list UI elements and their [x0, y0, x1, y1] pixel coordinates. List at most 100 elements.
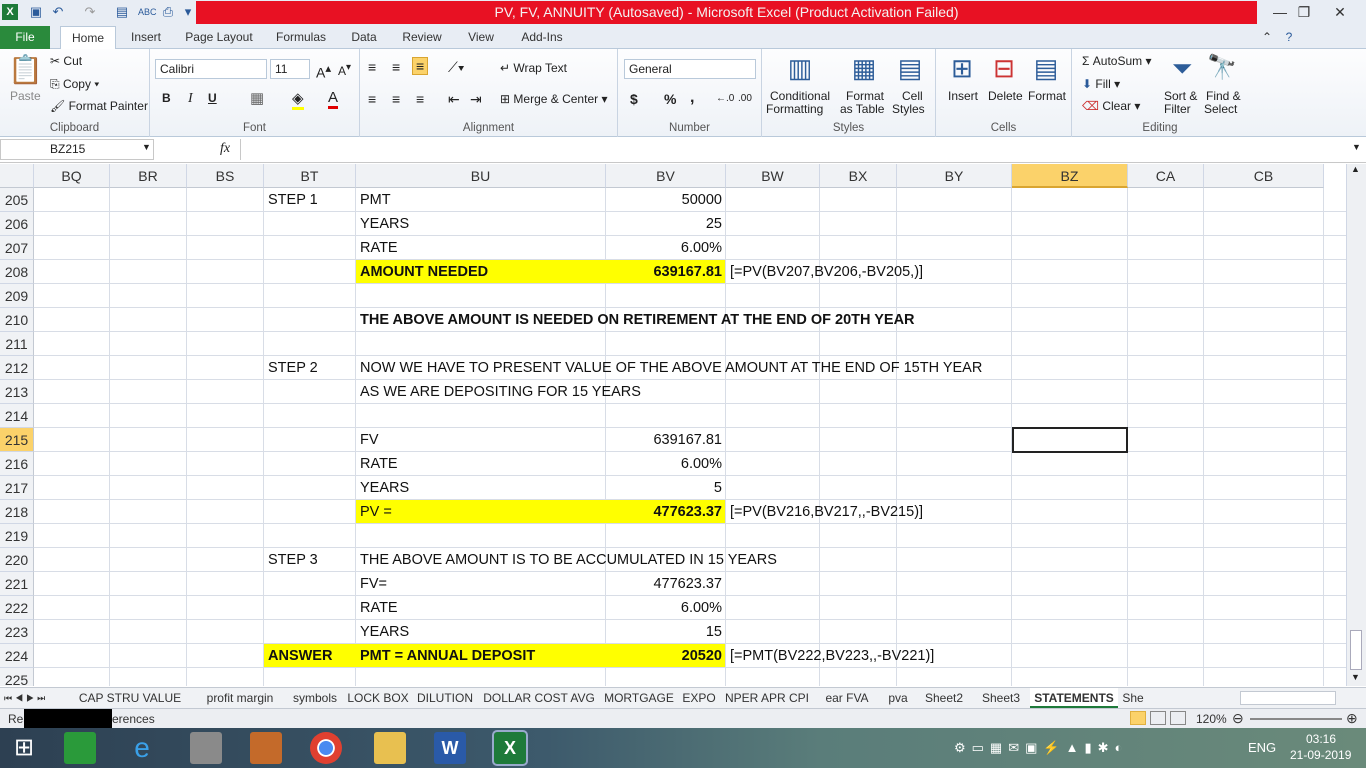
- column-header-br[interactable]: BR: [110, 164, 187, 188]
- row-header-223[interactable]: 223: [0, 620, 34, 644]
- cell-bv206[interactable]: 25: [606, 212, 722, 236]
- scanner-icon[interactable]: [190, 732, 222, 764]
- row-header-224[interactable]: 224: [0, 644, 34, 668]
- row-header-208[interactable]: 208: [0, 260, 34, 284]
- clock-time[interactable]: 03:16: [1306, 732, 1336, 746]
- tab-home[interactable]: Home: [60, 26, 116, 50]
- print-icon[interactable]: ⎙: [160, 4, 176, 20]
- name-box[interactable]: BZ215: [0, 139, 154, 160]
- delete-cells-button[interactable]: Delete: [988, 89, 1023, 103]
- sheet-tab-dilution[interactable]: DILUTION: [412, 688, 478, 708]
- column-header-bz[interactable]: BZ: [1012, 164, 1128, 188]
- align-left-icon[interactable]: ≡: [368, 91, 376, 107]
- sheet-tab-nper-apr-cpi[interactable]: NPER APR CPI: [720, 688, 814, 708]
- store-icon[interactable]: [64, 732, 96, 764]
- format-cells-icon[interactable]: ▤: [1030, 53, 1062, 84]
- windows-start-icon[interactable]: ⊞: [8, 732, 40, 764]
- customize-toolbar-icon[interactable]: ▾: [180, 4, 196, 20]
- fx-icon[interactable]: fx: [220, 141, 230, 157]
- excel-app-icon[interactable]: X: [2, 4, 18, 20]
- language-indicator[interactable]: ENG: [1248, 740, 1276, 755]
- spreadsheet-grid[interactable]: BQ BR BS BT BU BV BW BX BY BZ CA CB 205 206 207 208 209…: [0, 164, 1346, 686]
- row-header-215[interactable]: 215: [0, 428, 34, 452]
- column-header-bw[interactable]: BW: [726, 164, 820, 188]
- tab-file[interactable]: File: [0, 26, 50, 49]
- cell-bv223[interactable]: 15: [606, 620, 722, 644]
- sheet-tab-ear-fva[interactable]: ear FVA: [814, 688, 880, 708]
- zoom-level[interactable]: 120%: [1196, 712, 1227, 726]
- tab-add-ins[interactable]: Add-Ins: [514, 26, 570, 49]
- save-icon[interactable]: ▣: [28, 4, 44, 20]
- conditional-formatting-icon[interactable]: ▥: [784, 53, 816, 84]
- horizontal-scrollbar[interactable]: [1240, 691, 1336, 705]
- word-icon[interactable]: W: [434, 732, 466, 764]
- cell-styles-button[interactable]: Cell: [902, 89, 923, 103]
- find-select-button[interactable]: Find &: [1206, 89, 1241, 103]
- column-header-by[interactable]: BY: [897, 164, 1012, 188]
- tab-review[interactable]: Review: [396, 26, 448, 49]
- insert-cells-icon[interactable]: ⊞: [946, 53, 978, 84]
- tab-data[interactable]: Data: [344, 26, 384, 49]
- comma-button[interactable]: ,: [690, 89, 694, 107]
- font-size-select[interactable]: 11: [270, 59, 310, 79]
- paste-button[interactable]: Paste: [10, 89, 41, 103]
- cell-bv218[interactable]: 477623.37: [606, 500, 722, 524]
- fill-button[interactable]: ⬇ Fill ▾: [1082, 77, 1120, 91]
- sheet-tab-lock-box[interactable]: LOCK BOX: [344, 688, 412, 708]
- cell-bu206[interactable]: YEARS: [360, 212, 409, 236]
- clear-button[interactable]: ⌫ Clear ▾: [1082, 99, 1140, 113]
- bold-button[interactable]: B: [162, 91, 171, 105]
- zoom-slider[interactable]: [1250, 718, 1342, 720]
- cell-bt212[interactable]: STEP 2: [268, 356, 318, 380]
- expand-formula-icon[interactable]: ▼: [1352, 142, 1361, 152]
- column-header-bs[interactable]: BS: [187, 164, 264, 188]
- wrap-text-button[interactable]: ↵ Wrap Text: [500, 61, 567, 75]
- cell-bt224[interactable]: ANSWER: [268, 644, 332, 668]
- excel-taskbar-icon[interactable]: X: [492, 730, 528, 766]
- page-break-view-icon[interactable]: [1170, 711, 1186, 725]
- print-preview-icon[interactable]: ▤: [114, 4, 130, 20]
- increase-decimal-icon[interactable]: ←.0: [716, 93, 734, 104]
- sheet-tab-mortgage[interactable]: MORTGAGE: [600, 688, 678, 708]
- underline-button[interactable]: U: [208, 91, 217, 105]
- cell-bv216[interactable]: 6.00%: [606, 452, 722, 476]
- column-header-bt[interactable]: BT: [264, 164, 356, 188]
- align-top-icon[interactable]: ≡: [368, 59, 376, 75]
- cell-bu216[interactable]: RATE: [360, 452, 398, 476]
- clock-date[interactable]: 21-09-2019: [1290, 748, 1351, 762]
- tab-insert[interactable]: Insert: [124, 26, 168, 49]
- sheet-tab-sheet2[interactable]: Sheet2: [916, 688, 972, 708]
- grow-font-icon[interactable]: A▴: [316, 61, 331, 81]
- align-bottom-icon[interactable]: ≡: [412, 57, 429, 75]
- normal-view-icon[interactable]: [1130, 711, 1146, 725]
- sheet-tab-sheet3[interactable]: Sheet3: [972, 688, 1030, 708]
- column-header-bq[interactable]: BQ: [34, 164, 110, 188]
- scroll-down-icon[interactable]: ▼: [1351, 672, 1360, 682]
- cell-bu221[interactable]: FV=: [360, 572, 387, 596]
- cell-bv215[interactable]: 639167.81: [606, 428, 722, 452]
- currency-button[interactable]: $: [630, 91, 638, 107]
- zoom-in-icon[interactable]: ⊕: [1346, 710, 1358, 727]
- file-explorer-icon[interactable]: [374, 732, 406, 764]
- row-header-205[interactable]: 205: [0, 188, 34, 212]
- sheet-tab-statements[interactable]: STATEMENTS: [1030, 688, 1118, 708]
- sheet-tab-cap-stru-value[interactable]: CAP STRU VALUE: [66, 688, 194, 708]
- paste-icon[interactable]: 📋: [8, 53, 43, 89]
- page-layout-view-icon[interactable]: [1150, 711, 1166, 725]
- align-middle-icon[interactable]: ≡: [392, 59, 400, 75]
- row-header-207[interactable]: 207: [0, 236, 34, 260]
- help-icon[interactable]: ?: [1280, 26, 1298, 49]
- column-header-bx[interactable]: BX: [820, 164, 897, 188]
- format-as-table-button[interactable]: Format: [846, 89, 884, 103]
- row-header-225[interactable]: 225: [0, 668, 34, 686]
- tab-formulas[interactable]: Formulas: [270, 26, 332, 49]
- cell-styles-icon[interactable]: ▤: [894, 53, 926, 84]
- row-header-210[interactable]: 210: [0, 308, 34, 332]
- align-right-icon[interactable]: ≡: [416, 91, 424, 107]
- orientation-icon[interactable]: ⟋▾: [448, 59, 465, 76]
- align-center-icon[interactable]: ≡: [392, 91, 400, 107]
- row-header-216[interactable]: 216: [0, 452, 34, 476]
- cell-bu213[interactable]: AS WE ARE DEPOSITING FOR 15 YEARS: [360, 380, 641, 404]
- restore-icon[interactable]: ❐: [1290, 2, 1318, 22]
- copy-button[interactable]: ⎘ Copy ▾: [50, 77, 99, 92]
